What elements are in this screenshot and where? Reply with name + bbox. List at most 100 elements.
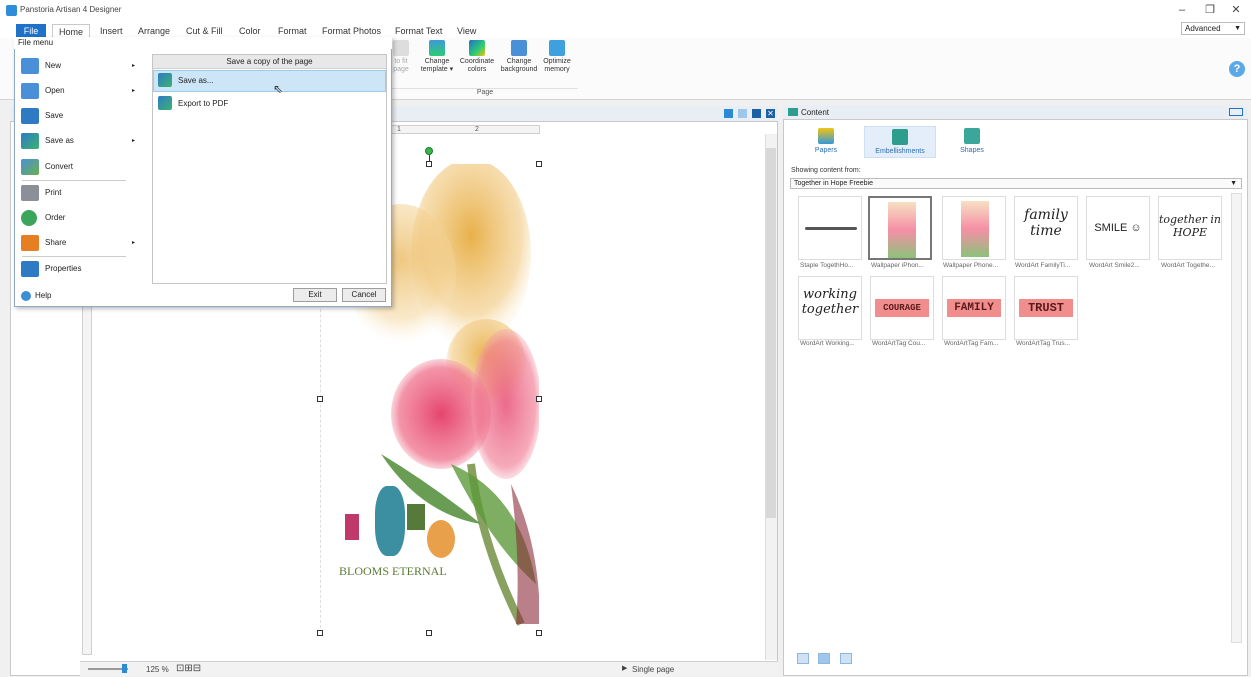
file-menu-help[interactable]: Help <box>19 286 147 306</box>
fit-page-icon <box>393 40 409 56</box>
undo-icon[interactable] <box>724 109 733 118</box>
tab-format-photos[interactable]: Format Photos <box>318 24 385 38</box>
thumbnail-label: WordArtTag Trus... <box>1016 340 1071 347</box>
resize-handle[interactable] <box>536 161 542 167</box>
coordinate-colors-label: Coordinate colors <box>459 58 495 73</box>
thumbnail-wordart-smile[interactable]: SMILE ☺ <box>1086 196 1150 260</box>
restore-button[interactable]: ❐ <box>1196 3 1224 17</box>
resize-handle[interactable] <box>536 630 542 636</box>
thumbnail-wordart-working[interactable]: working together <box>798 276 862 340</box>
thumbnail-wallpaper-iphone[interactable] <box>868 196 932 260</box>
resize-handle[interactable] <box>317 630 323 636</box>
zoom-slider-thumb[interactable] <box>122 664 127 673</box>
file-menu-print[interactable]: Print <box>19 182 147 204</box>
content-scrollbar[interactable] <box>1231 193 1242 643</box>
hope-letter-o <box>375 486 405 556</box>
close-button[interactable]: ✕ <box>1222 3 1250 17</box>
file-menu-new[interactable]: New ▸ <box>19 55 147 77</box>
file-menu-save-as[interactable]: Save as ▸ <box>19 130 147 152</box>
thumbnail-staple[interactable] <box>798 196 862 260</box>
scrollbar-thumb[interactable] <box>766 148 776 518</box>
optimize-memory-button[interactable]: Optimize memory <box>541 40 573 74</box>
submenu-title: Save a copy of the page <box>153 55 386 69</box>
content-panel-header: Content <box>783 105 1248 120</box>
thumbnail-tag-trust[interactable]: TRUST <box>1014 276 1078 340</box>
wordart-tag-text: FAMILY <box>947 299 1001 317</box>
file-menu-properties[interactable]: Properties <box>19 258 147 280</box>
page-tagline: BLOOMS ETERNAL <box>339 564 447 578</box>
rotate-handle[interactable] <box>425 147 433 155</box>
resize-handle[interactable] <box>426 630 432 636</box>
tab-color[interactable]: Color <box>235 24 265 38</box>
wordart-tag-text: TRUST <box>1019 299 1073 317</box>
thumbnail-tag-courage[interactable]: COURAGE <box>870 276 934 340</box>
view-large-icon[interactable] <box>840 653 852 664</box>
file-menu-save[interactable]: Save <box>19 105 147 127</box>
wallpaper-graphic <box>888 202 916 258</box>
template-icon <box>429 40 445 56</box>
wordart-tag-text: COURAGE <box>875 299 929 317</box>
exit-button[interactable]: Exit <box>293 288 337 302</box>
page-arrow-icon[interactable]: ▶ <box>622 664 627 672</box>
tab-home[interactable]: Home <box>52 24 90 38</box>
chevron-down-icon: ▼ <box>1234 25 1241 32</box>
tab-file[interactable]: File <box>16 24 46 38</box>
mouse-cursor-icon: ⇖ <box>273 82 284 96</box>
staple-graphic <box>805 227 857 230</box>
thumbnail-wordart-family-time[interactable]: family time <box>1014 196 1078 260</box>
convert-icon <box>21 159 39 175</box>
papers-icon <box>818 128 834 144</box>
thumbnail-label: Staple TogethHo... <box>800 262 854 269</box>
file-menu-order[interactable]: Order <box>19 207 147 229</box>
wallpaper-graphic <box>961 201 989 257</box>
save-as-icon <box>21 133 39 149</box>
thumbnail-wallpaper-phone[interactable] <box>942 196 1006 260</box>
page-mode: Single page <box>632 665 675 674</box>
file-menu-open[interactable]: Open ▸ <box>19 80 147 102</box>
change-background-button[interactable]: Change background <box>499 40 539 74</box>
hope-letter-h <box>345 514 359 540</box>
resize-handle[interactable] <box>536 396 542 402</box>
tab-insert[interactable]: Insert <box>96 24 127 38</box>
tab-cut-fill[interactable]: Cut & Fill <box>182 24 227 38</box>
content-source-dropdown[interactable]: Together in Hope Freebie ▼ <box>790 178 1242 189</box>
ribbon-group-label: Page <box>392 88 578 98</box>
submenu-arrow-icon: ▸ <box>131 88 135 94</box>
tab-format[interactable]: Format <box>274 24 311 38</box>
help-icon <box>21 291 31 301</box>
file-menu-share[interactable]: Share ▸ <box>19 232 147 254</box>
thumbnail-tag-family[interactable]: FAMILY <box>942 276 1006 340</box>
file-menu-convert[interactable]: Convert <box>19 156 147 178</box>
save-icon[interactable] <box>752 109 761 118</box>
resize-handle[interactable] <box>426 161 432 167</box>
change-template-button[interactable]: Change template ▾ <box>420 40 454 74</box>
coordinate-colors-button[interactable]: Coordinate colors <box>458 40 496 74</box>
submenu-arrow-icon: ▸ <box>131 63 135 69</box>
wordart-text: together in HOPE <box>1159 213 1221 239</box>
thumbnail-wordart-together[interactable]: together in HOPE <box>1158 196 1222 260</box>
view-small-icon[interactable] <box>797 653 809 664</box>
menu-item-label: Share <box>45 238 67 247</box>
thumbnail-label: WordArtTag Cou... <box>872 340 926 347</box>
redo-icon[interactable] <box>738 109 747 118</box>
status-bar: 125 % ⊡⊞⊟ ▶ Single page <box>80 661 778 676</box>
help-icon[interactable]: ? <box>1229 61 1245 77</box>
open-icon <box>21 83 39 99</box>
panel-layout-icon[interactable] <box>1229 108 1243 116</box>
tab-arrange[interactable]: Arrange <box>134 24 174 38</box>
menu-divider <box>22 256 126 257</box>
close-icon[interactable]: ✕ <box>766 109 775 118</box>
view-medium-icon[interactable] <box>818 653 830 664</box>
fit-page-icon[interactable]: ⊡⊞⊟ <box>176 663 201 674</box>
mode-dropdown[interactable]: Advanced ▼ <box>1181 22 1245 35</box>
tab-shapes[interactable]: Shapes <box>936 126 1008 158</box>
tab-view[interactable]: View <box>453 24 480 38</box>
cancel-button[interactable]: Cancel <box>342 288 386 302</box>
ruler-mark: 1 <box>397 126 401 133</box>
tab-embellishments[interactable]: Embellishments <box>864 126 936 158</box>
minimize-button[interactable]: – <box>1168 3 1196 17</box>
tab-format-text[interactable]: Format Text <box>391 24 446 38</box>
menu-item-label: Properties <box>45 264 82 273</box>
resize-handle[interactable] <box>317 396 323 402</box>
tab-papers[interactable]: Papers <box>790 126 862 158</box>
